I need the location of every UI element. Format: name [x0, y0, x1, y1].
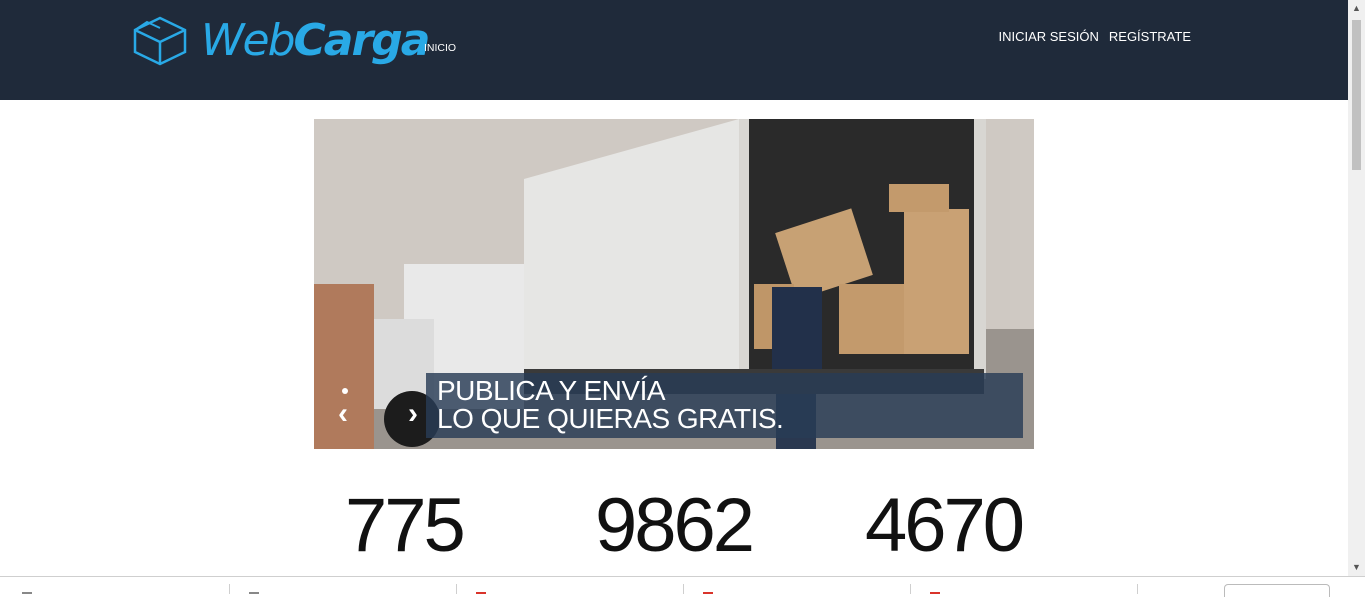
- caption-line-2: LO QUE QUIERAS GRATIS.: [437, 403, 784, 434]
- vertical-scrollbar[interactable]: ▲ ▼: [1348, 0, 1365, 576]
- box-logo-icon: [133, 16, 187, 66]
- toolbar-item-icon[interactable]: [930, 592, 940, 594]
- site-header: WebCarga INICIO INICIAR SESIÓN REGÍSTRAT…: [0, 0, 1348, 100]
- stat-value: 775: [345, 483, 466, 568]
- auth-nav: INICIAR SESIÓN REGÍSTRATE: [998, 29, 1191, 44]
- toolbar-item-icon[interactable]: [22, 592, 32, 594]
- toolbar-item-icon[interactable]: [703, 592, 713, 594]
- register-link[interactable]: REGÍSTRATE: [1109, 29, 1191, 44]
- stat-value: 9862: [595, 483, 755, 568]
- toolbar-item-icon[interactable]: [249, 592, 259, 594]
- scrollbar-thumb[interactable]: [1352, 20, 1361, 170]
- caption-line-1: PUBLICA Y ENVÍA: [437, 375, 666, 406]
- carousel-prev-icon[interactable]: ‹: [338, 397, 348, 431]
- scroll-down-icon[interactable]: ▼: [1348, 559, 1365, 576]
- nav-inicio-link[interactable]: INICIO: [424, 42, 456, 54]
- logo-wordmark: WebCarga: [201, 15, 430, 66]
- stat-value: 4670: [865, 483, 1025, 568]
- login-link[interactable]: INICIAR SESIÓN: [998, 29, 1098, 44]
- bottom-toolbar: [0, 576, 1365, 597]
- logo[interactable]: WebCarga: [133, 15, 430, 66]
- scroll-up-icon[interactable]: ▲: [1348, 0, 1365, 17]
- hero-caption: PUBLICA Y ENVÍA LO QUE QUIERAS GRATIS.: [426, 373, 1023, 438]
- carousel-indicator[interactable]: [342, 388, 348, 394]
- toolbar-item-icon[interactable]: [476, 592, 486, 594]
- carousel-next-icon[interactable]: ›: [408, 397, 418, 431]
- hero-carousel: PUBLICA Y ENVÍA LO QUE QUIERAS GRATIS. ‹…: [314, 119, 1034, 449]
- toolbar-button[interactable]: [1224, 584, 1330, 597]
